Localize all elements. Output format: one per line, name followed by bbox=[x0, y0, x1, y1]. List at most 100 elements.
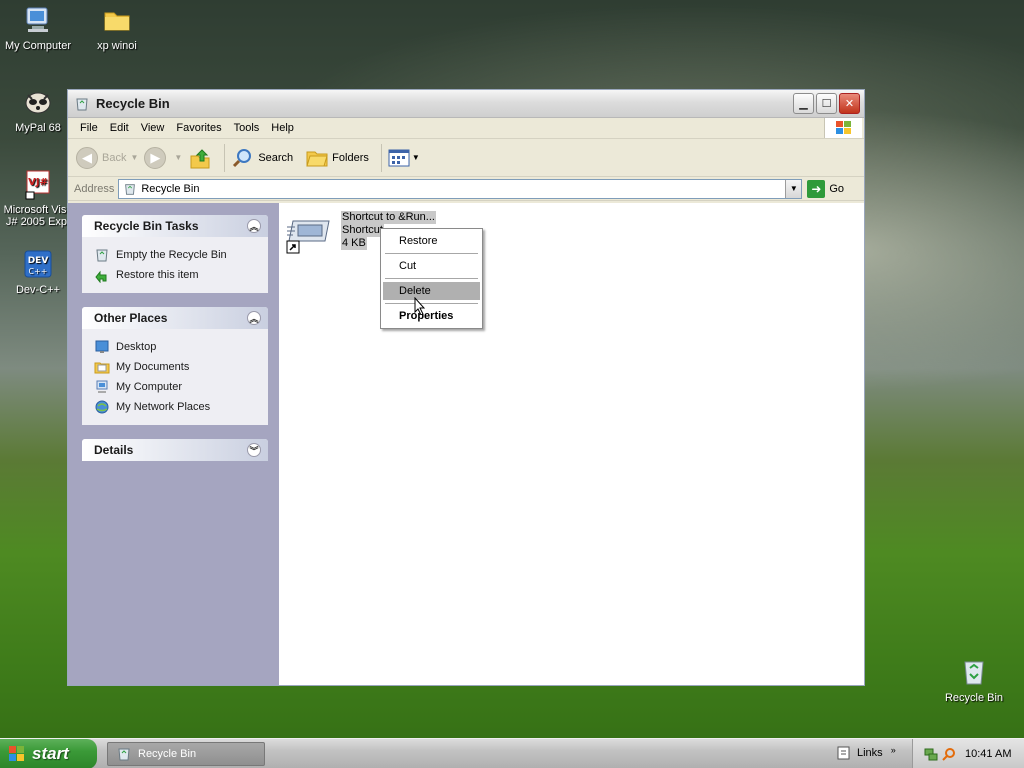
desktop-icon-my-computer[interactable]: My Computer bbox=[0, 4, 78, 52]
file-size: 4 KB bbox=[341, 237, 367, 250]
address-field[interactable]: Recycle Bin ▼ bbox=[118, 178, 803, 199]
recycle-bin-icon bbox=[76, 98, 88, 110]
collapse-chevron-icon[interactable]: ︽ bbox=[247, 219, 261, 233]
task-pane: Recycle Bin Tasks ︽ Empty the Recycle Bi… bbox=[68, 203, 279, 685]
address-dropdown-icon[interactable]: ▼ bbox=[785, 179, 802, 198]
context-properties[interactable]: Properties bbox=[383, 307, 480, 325]
forward-arrow-icon: ▶ bbox=[144, 146, 167, 169]
menu-view[interactable]: View bbox=[135, 122, 171, 134]
up-folder-icon bbox=[190, 148, 210, 168]
svg-text:C++: C++ bbox=[29, 267, 48, 276]
dev-cpp-icon: DEVC++ bbox=[24, 250, 52, 278]
details-header[interactable]: Details ︾ bbox=[82, 439, 268, 461]
my-computer-icon bbox=[26, 7, 48, 32]
context-menu: Restore Cut Delete Properties bbox=[380, 228, 483, 329]
panel-item-label: Empty the Recycle Bin bbox=[116, 249, 227, 261]
taskbar: start Recycle Bin Links » 10:41 AM bbox=[0, 738, 1024, 768]
expand-chevron-icon[interactable]: ︾ bbox=[247, 443, 261, 457]
empty-recycle-bin-link[interactable]: Empty the Recycle Bin bbox=[94, 245, 258, 265]
other-places-header[interactable]: Other Places ︽ bbox=[82, 307, 268, 329]
forward-dropdown-icon[interactable]: ▼ bbox=[174, 153, 182, 162]
go-label: Go bbox=[829, 182, 845, 195]
menu-separator bbox=[385, 303, 478, 304]
desktop-icon-label: My Computer bbox=[4, 40, 72, 52]
back-dropdown-icon[interactable]: ▼ bbox=[130, 153, 138, 162]
shortcut-file-icon bbox=[285, 213, 333, 255]
menu-separator bbox=[385, 278, 478, 279]
network-tray-icon[interactable] bbox=[923, 746, 939, 762]
address-bar: Address Recycle Bin ▼ ➜ Go bbox=[68, 177, 864, 201]
views-button[interactable]: ▼ bbox=[388, 149, 420, 167]
recycle-bin-icon bbox=[964, 661, 984, 685]
recycle-bin-tasks-panel: Recycle Bin Tasks ︽ Empty the Recycle Bi… bbox=[82, 215, 268, 293]
my-network-places-link[interactable]: My Network Places bbox=[94, 397, 258, 417]
links-toolbar[interactable]: Links » bbox=[836, 745, 896, 761]
links-icon bbox=[837, 746, 850, 760]
menu-file[interactable]: File bbox=[74, 122, 104, 134]
minimize-button[interactable]: ▁ bbox=[793, 93, 814, 114]
other-places-panel: Other Places ︽ Desktop My Documents My C… bbox=[82, 307, 268, 425]
recycle-bin-tasks-header[interactable]: Recycle Bin Tasks ︽ bbox=[82, 215, 268, 237]
windows-flag-icon bbox=[835, 121, 851, 134]
maximize-button[interactable]: ☐ bbox=[816, 93, 837, 114]
close-icon: ✕ bbox=[844, 98, 855, 110]
address-value: Recycle Bin bbox=[141, 182, 200, 195]
back-button[interactable]: ◀ Back ▼ bbox=[76, 146, 138, 169]
mypal-icon bbox=[25, 92, 51, 114]
window-title: Recycle Bin bbox=[96, 96, 170, 111]
back-arrow-icon: ◀ bbox=[76, 146, 98, 169]
task-label: Recycle Bin bbox=[138, 747, 197, 760]
title-bar[interactable]: Recycle Bin ▁ ☐ ✕ bbox=[68, 90, 864, 118]
close-button[interactable]: ✕ bbox=[839, 93, 860, 114]
folders-label: Folders bbox=[332, 151, 369, 164]
desktop-icon-xp-winoi[interactable]: xp winoi bbox=[77, 4, 157, 52]
context-delete[interactable]: Delete bbox=[383, 282, 480, 300]
menu-help[interactable]: Help bbox=[265, 122, 300, 134]
my-documents-icon bbox=[94, 362, 110, 374]
address-label: Address bbox=[74, 182, 115, 195]
collapse-chevron-icon[interactable]: ︽ bbox=[247, 311, 261, 325]
svg-text:VJ#: VJ# bbox=[28, 177, 48, 188]
panel-title: Recycle Bin Tasks bbox=[94, 219, 199, 233]
svg-text:DEV: DEV bbox=[28, 256, 49, 266]
menu-favorites[interactable]: Favorites bbox=[170, 122, 227, 134]
recycle-bin-icon bbox=[118, 748, 130, 760]
taskbar-button-recycle-bin[interactable]: Recycle Bin bbox=[107, 741, 265, 766]
desktop-link[interactable]: Desktop bbox=[94, 337, 258, 357]
forward-button[interactable]: ▶ ▼ bbox=[144, 146, 182, 169]
my-computer-icon bbox=[96, 380, 108, 393]
mouse-pointer-icon bbox=[414, 297, 426, 315]
folders-button[interactable]: Folders bbox=[305, 147, 369, 169]
restore-item-link[interactable]: Restore this item bbox=[94, 265, 258, 285]
context-cut[interactable]: Cut bbox=[383, 257, 480, 275]
visual-j-sharp-icon: VJ# bbox=[25, 170, 50, 200]
views-dropdown-icon: ▼ bbox=[411, 153, 420, 162]
up-folder-button[interactable] bbox=[188, 146, 212, 170]
links-chevron-icon[interactable]: » bbox=[891, 745, 896, 755]
context-restore[interactable]: Restore bbox=[383, 232, 480, 250]
go-button[interactable]: ➜ Go bbox=[807, 179, 845, 198]
folders-icon bbox=[306, 151, 328, 166]
toolbar-separator bbox=[224, 143, 226, 172]
recycle-bin-window: Recycle Bin ▁ ☐ ✕ File Edit View Favorit… bbox=[67, 89, 865, 686]
desktop-icon-recycle-bin[interactable]: Recycle Bin bbox=[934, 656, 1014, 704]
panel-title: Other Places bbox=[94, 311, 168, 325]
panel-item-label: Restore this item bbox=[116, 269, 199, 281]
file-list-area[interactable]: Shortcut to &Run... Shortcut 4 KB bbox=[279, 203, 864, 685]
start-label: start bbox=[32, 743, 69, 763]
my-computer-link[interactable]: My Computer bbox=[94, 377, 258, 397]
file-name: Shortcut to &Run... bbox=[341, 211, 436, 224]
restore-arrow-icon bbox=[95, 270, 107, 283]
menu-edit[interactable]: Edit bbox=[104, 122, 135, 134]
windows-flag-icon bbox=[9, 745, 24, 761]
search-tray-icon[interactable] bbox=[941, 746, 957, 762]
start-button[interactable]: start bbox=[0, 738, 97, 768]
clock: 10:41 AM bbox=[965, 748, 1012, 760]
search-button[interactable]: Search bbox=[231, 146, 293, 170]
links-label: Links bbox=[857, 747, 883, 759]
desktop-icon bbox=[95, 340, 109, 353]
menu-tools[interactable]: Tools bbox=[228, 122, 266, 134]
my-documents-link[interactable]: My Documents bbox=[94, 357, 258, 377]
panel-item-label: My Documents bbox=[116, 361, 190, 373]
recycle-bin-icon bbox=[96, 249, 108, 262]
